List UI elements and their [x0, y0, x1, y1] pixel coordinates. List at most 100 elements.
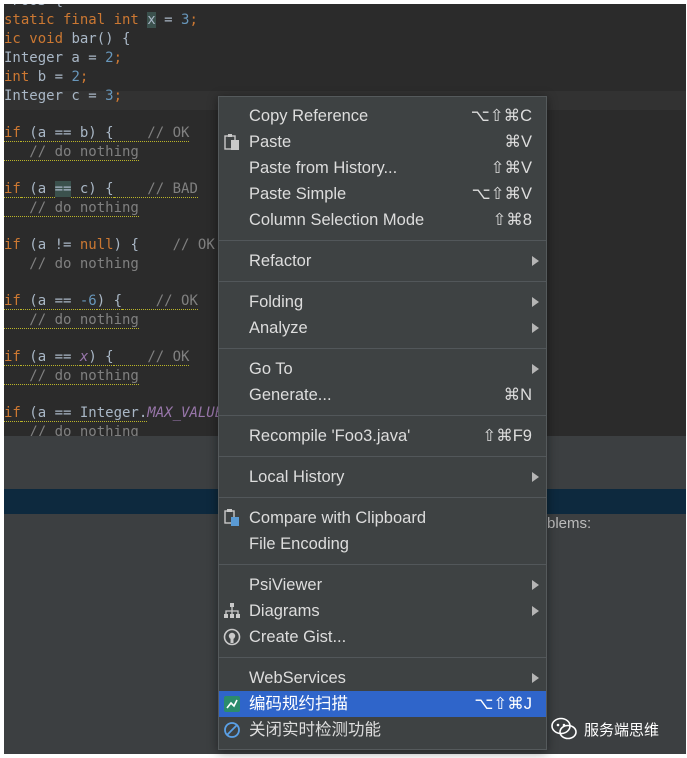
code-token: (a == Integer. [20, 405, 148, 422]
code-line: if (a == b) { // OK [4, 124, 190, 143]
submenu-arrow-icon [532, 580, 539, 590]
code-line: Foo3 { [4, 4, 63, 11]
problems-label: blems: [547, 515, 592, 532]
code-token: if [4, 293, 21, 310]
code-token: if [4, 125, 21, 142]
menu-item-label: Compare with Clipboard [249, 509, 426, 527]
menu-item-label: Local History [249, 468, 345, 486]
code-token: 2 [71, 69, 80, 85]
menu-item-label: Folding [249, 293, 304, 311]
menu-separator [219, 564, 546, 565]
menu-item-psiviewer[interactable]: PsiViewer [219, 572, 546, 598]
code-token: 2 [105, 50, 114, 66]
diagram-icon [223, 602, 241, 620]
menu-item-label: PsiViewer [249, 576, 323, 594]
code-token: if [4, 349, 21, 366]
code-token: x [147, 12, 156, 28]
code-token: ; [189, 12, 198, 28]
code-line: if (a != null) { // OK [4, 236, 215, 255]
menu-item-diagrams[interactable]: Diagrams [219, 598, 546, 624]
code-line: static final int x = 3; [4, 11, 198, 30]
menu-item-label: 关闭实时检测功能 [249, 721, 381, 739]
menu-item-create-gist[interactable]: Create Gist... [219, 624, 546, 650]
watermark: 服务端思维 [551, 715, 681, 743]
menu-item-column-selection-mode[interactable]: Column Selection Mode ⇧⌘8 [219, 207, 546, 233]
menu-item-shortcut: ⌘V [504, 133, 532, 151]
code-token: // OK [113, 349, 190, 366]
menu-item-shortcut: ⇧⌘F9 [482, 427, 532, 445]
menu-separator [219, 348, 546, 349]
code-line: // do nothing [4, 311, 139, 330]
menu-item-label: File Encoding [249, 535, 349, 553]
code-token: if [4, 237, 21, 253]
code-token: (a != [20, 237, 80, 253]
menu-separator [219, 281, 546, 282]
menu-item-label: WebServices [249, 669, 346, 687]
menu-item-paste-from-history[interactable]: Paste from History... ⇧⌘V [219, 155, 546, 181]
menu-item-paste-simple[interactable]: Paste Simple ⌥⇧⌘V [219, 181, 546, 207]
compare-icon [223, 509, 241, 527]
menu-item-shortcut: ⌥⇧⌘V [471, 185, 532, 203]
code-token: Foo3 { [4, 4, 63, 9]
code-line: Integer a = 2; [4, 49, 122, 68]
menu-item-analyze[interactable]: Analyze [219, 315, 546, 341]
menu-item-go-to[interactable]: Go To [219, 356, 546, 382]
code-token: // OK [172, 237, 215, 253]
code-token: c) { [71, 181, 114, 198]
code-token: // do nothing [4, 368, 139, 385]
menu-item-folding[interactable]: Folding [219, 289, 546, 315]
code-token: ) { [88, 349, 114, 366]
menu-item-label: Paste from History... [249, 159, 398, 177]
menu-item-copy-reference[interactable]: Copy Reference ⌥⇧⌘C [219, 103, 546, 129]
menu-item-local-history[interactable]: Local History [219, 464, 546, 490]
menu-item-webservices[interactable]: WebServices [219, 665, 546, 691]
menu-item-file-encoding[interactable]: File Encoding [219, 531, 546, 557]
code-token: // do nothing [4, 312, 139, 329]
menu-separator [219, 415, 546, 416]
menu-item-label: Paste Simple [249, 185, 347, 203]
code-token: Integer c = [4, 88, 106, 104]
menu-item-compare-with-clipboard[interactable]: Compare with Clipboard [219, 505, 546, 531]
menu-item-item[interactable]: 关闭实时检测功能 [219, 717, 546, 743]
code-token: // BAD [113, 181, 198, 198]
code-token: // do nothing [4, 424, 139, 436]
code-line: if (a == -6) { // OK [4, 292, 198, 311]
menu-item-refactor[interactable]: Refactor [219, 248, 546, 274]
block-icon [223, 721, 241, 739]
submenu-arrow-icon [532, 472, 539, 482]
wechat-icon [551, 717, 577, 740]
code-token: b = [37, 69, 72, 85]
code-token: ic void [4, 31, 72, 47]
watermark-text: 服务端思维 [584, 722, 660, 739]
code-token: ) { [96, 293, 123, 310]
menu-item-item[interactable]: 编码规约扫描 ⌥⇧⌘J [219, 691, 546, 717]
context-menu: Copy Reference ⌥⇧⌘C Paste ⌘V Paste from Hist… [218, 96, 547, 750]
code-token: // do nothing [4, 200, 139, 217]
menu-item-recompile-foo3-java[interactable]: Recompile 'Foo3.java' ⇧⌘F9 [219, 423, 546, 449]
menu-item-label: Refactor [249, 252, 312, 270]
menu-item-label: Paste [249, 133, 292, 151]
menu-item-paste[interactable]: Paste ⌘V [219, 129, 546, 155]
code-token: ; [113, 50, 123, 66]
code-token: = [155, 12, 182, 28]
menu-item-label: Generate... [249, 386, 332, 404]
menu-item-label: 编码规约扫描 [249, 695, 348, 713]
menu-item-shortcut: ⌥⇧⌘J [474, 695, 532, 713]
scan-icon [223, 695, 241, 713]
menu-item-shortcut: ⌥⇧⌘C [470, 107, 532, 125]
code-token: ) { [113, 237, 173, 253]
code-token: ; [113, 88, 123, 104]
code-token: // OK [113, 125, 190, 142]
menu-item-shortcut: ⇧⌘V [490, 159, 532, 177]
menu-item-label: Recompile 'Foo3.java' [249, 427, 411, 445]
menu-item-generate[interactable]: Generate... ⌘N [219, 382, 546, 408]
code-token: (a == [20, 349, 80, 366]
code-token: // do nothing [4, 144, 139, 161]
code-token: bar() { [71, 31, 131, 47]
code-token: 3 [105, 88, 114, 104]
menu-item-label: Copy Reference [249, 107, 369, 125]
code-token: if [4, 181, 21, 198]
menu-item-label: Column Selection Mode [249, 211, 425, 229]
code-token: ; [79, 69, 89, 85]
code-line: if (a == Integer.MAX_VALUE [4, 404, 223, 423]
